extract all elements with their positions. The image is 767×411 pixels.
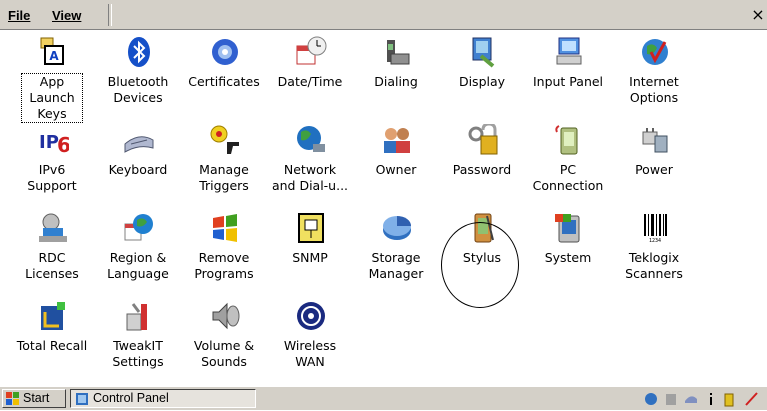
power-icon [639, 124, 671, 156]
password-icon [467, 124, 499, 156]
control-panel-task-button[interactable]: Control Panel [70, 389, 256, 408]
region-language-icon [123, 212, 155, 244]
internet-options-icon [639, 36, 671, 68]
owner-icon [381, 124, 413, 156]
wireless-wan-icon [295, 300, 327, 332]
applet-keyboard[interactable]: Keyboard [96, 118, 180, 206]
total-recall-icon [37, 300, 69, 332]
battery-tray-icon[interactable] [721, 391, 737, 407]
applet-volume-sounds[interactable]: Volume & Sounds [182, 294, 266, 382]
remove-programs-icon [209, 212, 241, 244]
applet-ipv6-support[interactable]: IP 6 IPv6 Support [10, 118, 94, 206]
applet-total-recall[interactable]: Total Recall [10, 294, 94, 382]
svg-text:IP: IP [39, 132, 59, 153]
snmp-icon [295, 212, 327, 244]
dialing-icon [381, 36, 413, 68]
file-menu[interactable]: File [8, 8, 30, 23]
applet-rdc-licenses[interactable]: RDC Licenses [10, 206, 94, 294]
manage-triggers-icon [209, 124, 241, 156]
network-icon [295, 124, 327, 156]
applet-pc-connection[interactable]: PC Connection [526, 118, 610, 206]
info-tray-icon[interactable] [703, 391, 719, 407]
applet-wireless-wan[interactable]: Wireless WAN [268, 294, 352, 382]
applet-remove-programs[interactable]: Remove Programs [182, 206, 266, 294]
system-icon [553, 212, 585, 244]
ipv6-icon: IP 6 [37, 124, 69, 156]
svg-text:6: 6 [57, 133, 69, 156]
applet-power[interactable]: Power [612, 118, 696, 206]
applet-dialing[interactable]: Dialing [354, 30, 438, 118]
bluetooth-tray-icon[interactable] [663, 391, 679, 407]
rdc-licenses-icon [37, 212, 69, 244]
pc-connection-icon [553, 124, 585, 156]
menu-bar: File View × [0, 0, 767, 30]
network-tray-icon[interactable] [643, 391, 659, 407]
applet-network-dialup[interactable]: Network and Dial-u... [268, 118, 352, 206]
date-time-icon [295, 36, 327, 68]
applet-owner[interactable]: Owner [354, 118, 438, 206]
control-panel-icon [75, 392, 89, 406]
windows-flag-icon [6, 392, 20, 406]
start-button[interactable]: Start [2, 389, 66, 408]
applet-tweakit-settings[interactable]: TweakIT Settings [96, 294, 180, 382]
applet-password[interactable]: Password [440, 118, 524, 206]
display-icon [467, 36, 499, 68]
svg-text:A: A [49, 49, 59, 63]
applet-bluetooth-devices[interactable]: Bluetooth Devices [96, 30, 180, 118]
stylus-icon [467, 212, 499, 244]
bluetooth-icon [123, 36, 155, 68]
input-panel-icon [553, 36, 585, 68]
certificates-icon [209, 36, 241, 68]
applet-region-language[interactable]: Region & Language [96, 206, 180, 294]
view-menu[interactable]: View [52, 8, 81, 23]
system-tray [643, 389, 767, 408]
app-launch-keys-icon: A [37, 36, 69, 68]
applet-certificates[interactable]: Certificates [182, 30, 266, 118]
connection-tray-icon[interactable] [683, 391, 699, 407]
barcode-scanner-icon: 1234 [639, 212, 671, 244]
volume-sounds-icon [209, 300, 241, 332]
close-button[interactable]: × [749, 6, 767, 24]
svg-text:1234: 1234 [649, 238, 661, 244]
taskbar: Start Control Panel [0, 386, 767, 410]
applet-app-launch-keys[interactable]: A App Launch Keys [10, 30, 94, 123]
applet-system[interactable]: System [526, 206, 610, 294]
storage-manager-icon [381, 212, 413, 244]
stylus-tray-icon[interactable] [743, 391, 759, 407]
keyboard-icon [123, 124, 155, 156]
applet-display[interactable]: Display [440, 30, 524, 118]
applet-stylus[interactable]: Stylus [440, 206, 524, 294]
applet-storage-manager[interactable]: Storage Manager [354, 206, 438, 294]
control-panel-grid: A App Launch Keys Bluetooth Devices Cert… [0, 30, 767, 385]
menu-separator [108, 4, 112, 26]
applet-input-panel[interactable]: Input Panel [526, 30, 610, 118]
applet-date-time[interactable]: Date/Time [268, 30, 352, 118]
applet-internet-options[interactable]: Internet Options [612, 30, 696, 118]
tweakit-icon [123, 300, 155, 332]
applet-manage-triggers[interactable]: Manage Triggers [182, 118, 266, 206]
applet-teklogix-scanners[interactable]: 1234 Teklogix Scanners [612, 206, 696, 294]
applet-snmp[interactable]: SNMP [268, 206, 352, 294]
